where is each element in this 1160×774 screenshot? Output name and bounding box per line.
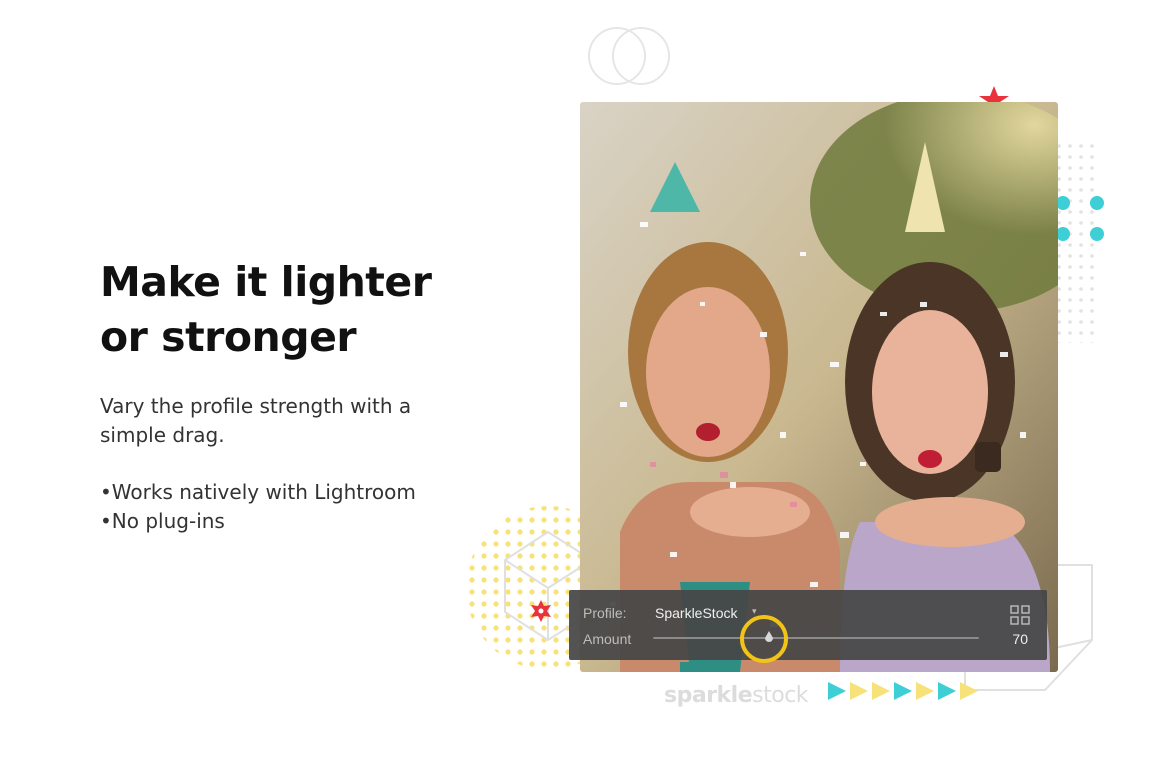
profile-label: Profile: bbox=[583, 605, 627, 621]
sample-photo bbox=[580, 102, 1058, 672]
profile-dropdown[interactable]: SparkleStock bbox=[655, 605, 737, 621]
brand-word-bold: sparkle bbox=[664, 683, 753, 708]
profile-panel: Profile: SparkleStock ▾ Amount 70 bbox=[569, 590, 1047, 663]
amount-slider[interactable] bbox=[653, 637, 979, 639]
brand-word-light: stock bbox=[752, 683, 809, 708]
triangles-decoration bbox=[828, 682, 978, 700]
brand-logo: sparklestock bbox=[664, 683, 809, 708]
grid-view-icon[interactable] bbox=[1010, 605, 1030, 625]
amount-value: 70 bbox=[1012, 631, 1028, 647]
rings-decoration bbox=[588, 27, 670, 85]
highlight-ring bbox=[740, 615, 788, 663]
amount-label: Amount bbox=[583, 631, 632, 647]
